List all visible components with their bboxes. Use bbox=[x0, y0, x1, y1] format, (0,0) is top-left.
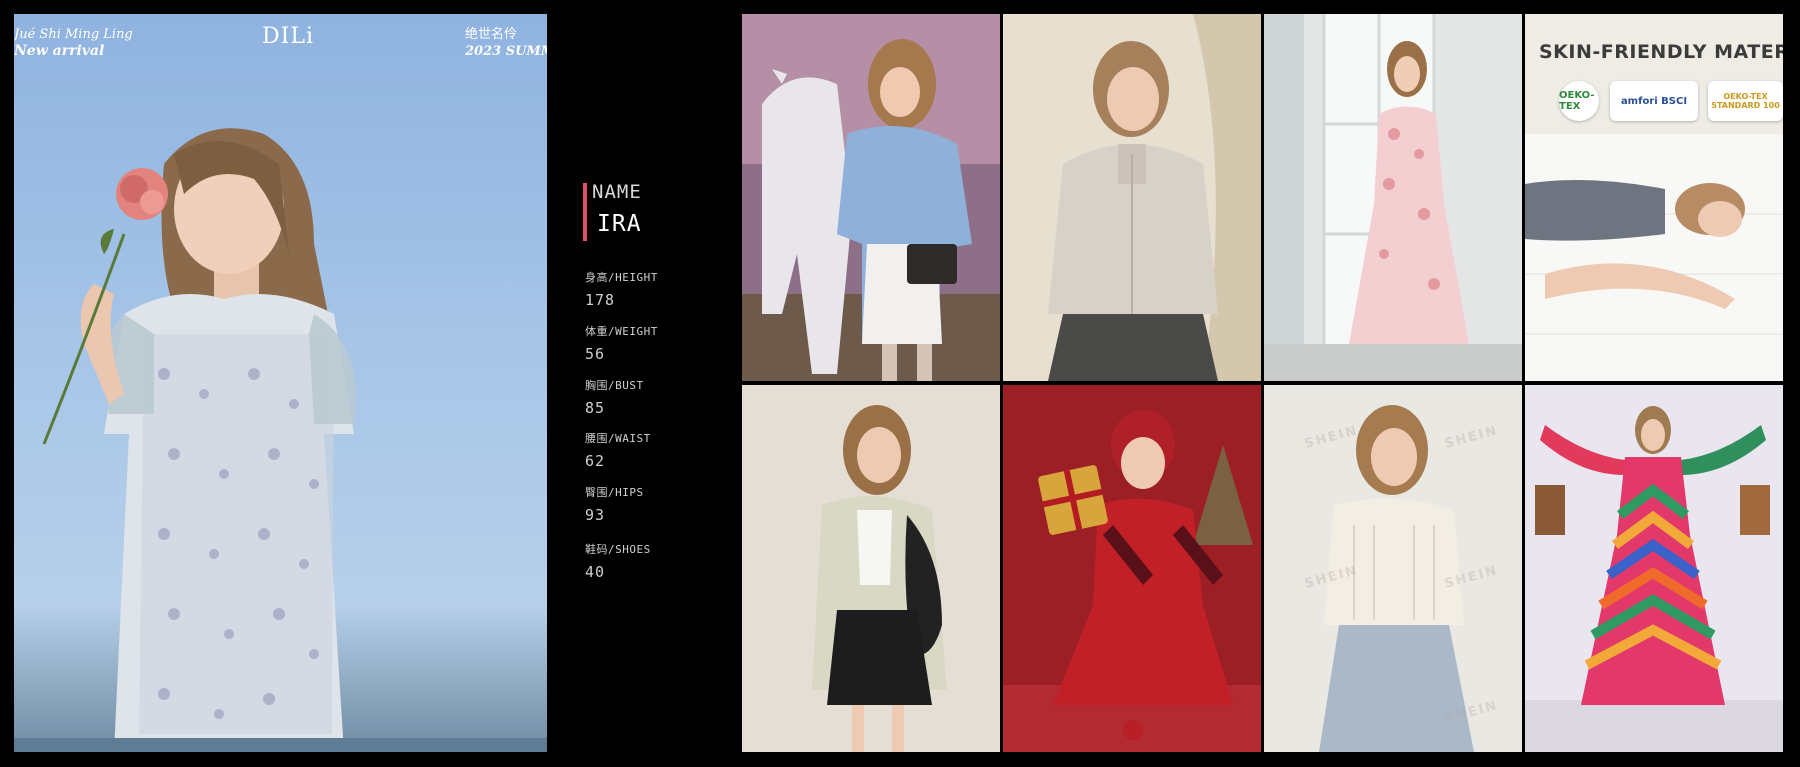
red-holiday-illustration bbox=[1003, 385, 1261, 752]
certification-badge-standard100: OEKO-TEX STANDARD 100 bbox=[1708, 81, 1783, 121]
portfolio-photo-horse bbox=[742, 14, 1000, 381]
skin-friendly-title: SKIN-FRIENDLY MATERI bbox=[1539, 41, 1783, 63]
hero-collection-line2: 2023 SUMM bbox=[465, 44, 547, 59]
portfolio-photo-red-holiday bbox=[1003, 385, 1261, 752]
portfolio-photo-zip-top bbox=[1003, 14, 1261, 381]
hero-brand-tagline: Jué Shi Ming Ling New arrival bbox=[14, 26, 133, 60]
stat-label: 胸围/BUST bbox=[585, 379, 644, 392]
horse-scene-illustration bbox=[742, 14, 1000, 381]
stat-label: 身高/HEIGHT bbox=[585, 271, 658, 284]
stat-label: 体重/WEIGHT bbox=[585, 325, 658, 338]
stat-value: 178 bbox=[585, 291, 616, 309]
hero-model-illustration bbox=[42, 128, 356, 752]
brand-logo: DILi bbox=[262, 24, 314, 49]
stat-value: 93 bbox=[585, 506, 606, 524]
certification-badge-oeko: OEKO-TEX bbox=[1559, 81, 1599, 121]
portfolio-photo-knit-top: SHEIN SHEIN SHEIN SHEIN SHEIN bbox=[1264, 385, 1522, 752]
portfolio-photo-chevron-dress bbox=[1525, 385, 1783, 752]
model-name: IRA bbox=[597, 211, 642, 237]
hero-collection-line1: 绝世名伶 bbox=[465, 27, 518, 42]
stat-hips: 臀围/HIPS 93 bbox=[585, 484, 644, 524]
chevron-dress-illustration bbox=[1525, 385, 1783, 752]
hero-brand-line2: New arrival bbox=[14, 43, 105, 59]
floral-gown-illustration bbox=[1264, 14, 1522, 381]
stat-value: 56 bbox=[585, 345, 606, 363]
stat-value: 40 bbox=[585, 563, 606, 581]
stat-bust: 胸围/BUST 85 bbox=[585, 377, 644, 417]
portfolio-photo-floral-gown bbox=[1264, 14, 1522, 381]
stat-value: 62 bbox=[585, 452, 606, 470]
hero-brand-line1: Jué Shi Ming Ling bbox=[14, 27, 133, 42]
name-accent-bar bbox=[583, 183, 587, 241]
stat-label: 鞋码/SHOES bbox=[585, 543, 651, 556]
stat-label: 臀围/HIPS bbox=[585, 486, 644, 499]
portfolio-photo-blazer bbox=[742, 385, 1000, 752]
hero-photo: Jué Shi Ming Ling New arrival DILi 绝世名伶 … bbox=[14, 14, 547, 752]
stat-weight: 体重/WEIGHT 56 bbox=[585, 323, 658, 363]
portfolio-photo-skin-friendly: SKIN-FRIENDLY MATERI OEKO-TEX amfori BSC… bbox=[1525, 14, 1783, 381]
name-label: NAME bbox=[592, 181, 642, 203]
mattress-scene-illustration bbox=[1525, 14, 1783, 381]
zip-top-illustration bbox=[1003, 14, 1261, 381]
hero-collection-label: 绝世名伶 2023 SUMM bbox=[465, 26, 547, 60]
stat-label: 腰围/WAIST bbox=[585, 432, 651, 445]
stat-value: 85 bbox=[585, 399, 606, 417]
stat-waist: 腰围/WAIST 62 bbox=[585, 430, 651, 470]
certification-badge-amfori: amfori BSCI bbox=[1610, 81, 1698, 121]
sea-horizon bbox=[14, 738, 547, 752]
portfolio-grid: SKIN-FRIENDLY MATERI OEKO-TEX amfori BSC… bbox=[742, 14, 1786, 752]
stat-height: 身高/HEIGHT 178 bbox=[585, 269, 658, 309]
stat-shoes: 鞋码/SHOES 40 bbox=[585, 541, 651, 581]
blazer-illustration bbox=[742, 385, 1000, 752]
